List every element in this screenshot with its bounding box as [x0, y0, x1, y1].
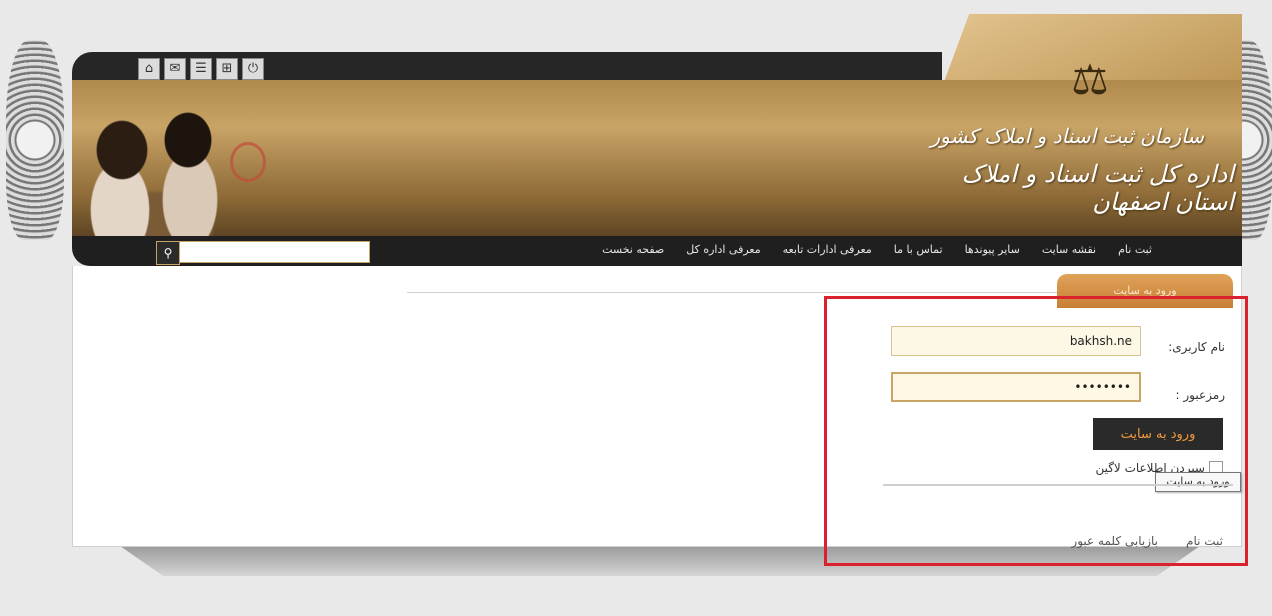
mail-icon[interactable]: ✉ — [164, 58, 186, 80]
search-button[interactable]: ⚲ — [156, 241, 180, 265]
recover-password-link[interactable]: بازیابی کلمه عبور — [1071, 534, 1158, 548]
menu-item-links[interactable]: سایر پیوندها — [965, 243, 1020, 256]
menu-item-sitemap[interactable]: نقشه سایت — [1042, 243, 1096, 256]
content-shadow — [120, 546, 1200, 576]
power-icon[interactable]: ⏻ — [242, 58, 264, 80]
password-field[interactable] — [891, 372, 1141, 402]
topbar-icons: ⌂ ✉ ☰ ⊞ ⏻ — [138, 58, 264, 80]
iran-emblem — [230, 142, 266, 182]
login-links: ثبت نام بازیابی کلمه عبور — [973, 534, 1223, 548]
password-label: رمزعبور : — [1175, 388, 1225, 402]
menu-item-register[interactable]: ثبت نام — [1118, 243, 1152, 256]
leaders-portrait — [80, 100, 230, 240]
username-label: نام کاربری: — [1168, 340, 1225, 354]
home-icon[interactable]: ⌂ — [138, 58, 160, 80]
menu-item-offices[interactable]: معرفی ادارات تابعه — [783, 243, 872, 256]
organization-title: سازمان ثبت اسناد و املاک کشور اداره کل ث… — [914, 124, 1235, 216]
org-name-line2: اداره کل ثبت اسناد و املاک استان اصفهان — [961, 160, 1234, 216]
main-menu-bar: صفحه نخست معرفی اداره کل معرفی ادارات تا… — [72, 236, 1242, 266]
org-name-line1: سازمان ثبت اسناد و املاک کشور — [930, 124, 1205, 148]
site-header: ⌂ ✉ ☰ ⊞ ⏻ ⚖ سازمان ثبت اسناد و املاک کشو… — [72, 14, 1242, 266]
search-box: ⚲ — [156, 241, 370, 265]
register-link[interactable]: ثبت نام — [1186, 534, 1223, 548]
menu-item-home[interactable]: صفحه نخست — [602, 243, 664, 256]
rss-icon[interactable]: ☰ — [190, 58, 212, 80]
menu-item-contact[interactable]: تماس با ما — [894, 243, 943, 256]
sitemap-icon[interactable]: ⊞ — [216, 58, 238, 80]
login-submit-button[interactable]: ورود به سایت — [1093, 418, 1223, 450]
search-input[interactable] — [181, 242, 369, 262]
menu-item-about[interactable]: معرفی اداره کل — [686, 243, 760, 256]
login-form: نام کاربری: رمزعبور : ورود به سایت سپردن… — [73, 266, 1241, 548]
main-menu: صفحه نخست معرفی اداره کل معرفی ادارات تا… — [602, 243, 1152, 256]
login-tooltip: ورود به سایت — [1155, 472, 1241, 492]
username-field[interactable] — [891, 326, 1141, 356]
search-icon: ⚲ — [163, 246, 173, 260]
content-panel: ورود به سایت نام کاربری: رمزعبور : ورود … — [72, 266, 1242, 548]
left-ornament — [6, 40, 64, 240]
form-separator — [883, 484, 1233, 486]
justice-scale-logo-icon: ⚖ — [1071, 54, 1109, 104]
